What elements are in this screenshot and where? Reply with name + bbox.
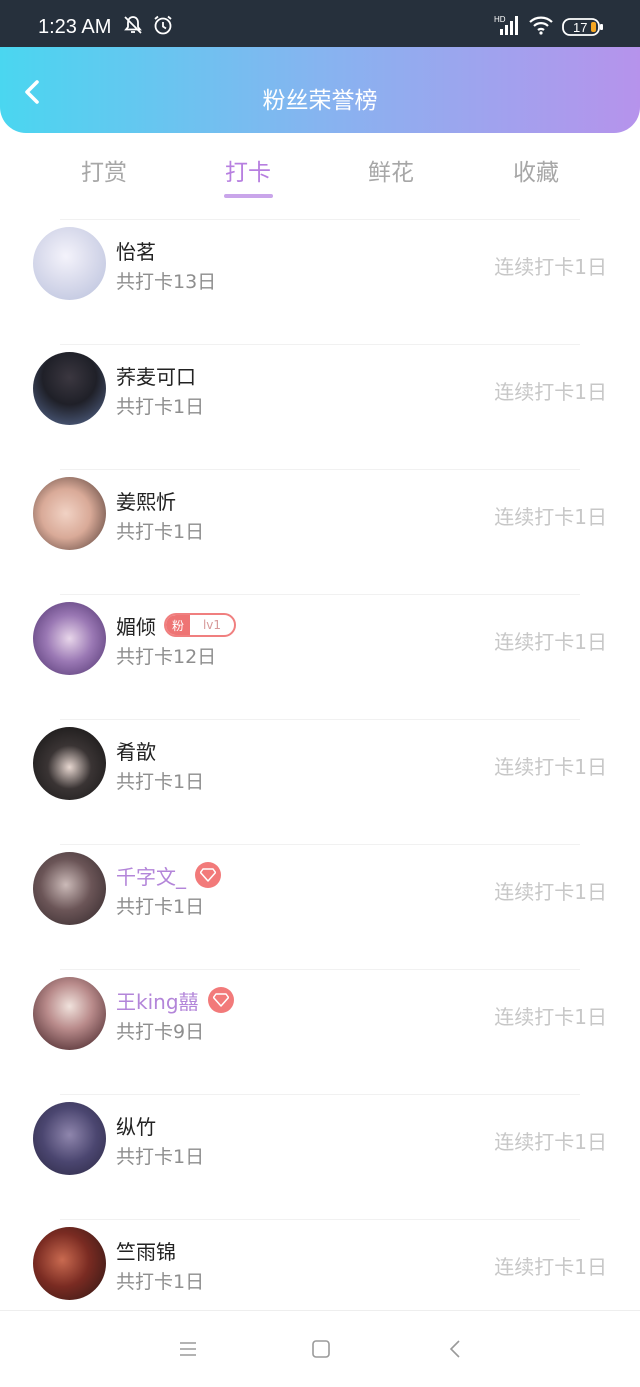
total-checkins: 共打卡1日 <box>116 396 205 418</box>
tab-reward[interactable]: 打赏 <box>59 153 149 187</box>
fan-badge-label: 粉 <box>166 615 191 635</box>
total-checkins: 共打卡13日 <box>116 271 217 293</box>
user-name[interactable]: 千字文_ <box>116 861 186 890</box>
user-name[interactable]: 王king囍 <box>116 986 199 1015</box>
total-checkins: 共打卡9日 <box>116 1021 205 1043</box>
divider <box>60 1219 580 1220</box>
divider <box>60 969 580 970</box>
list-item[interactable]: 纵竹 共打卡1日 连续打卡1日 <box>0 1094 640 1219</box>
streak-checkins: 连续打卡1日 <box>494 255 607 279</box>
tab-checkin[interactable]: 打卡 <box>203 153 293 187</box>
avatar[interactable] <box>33 477 106 550</box>
list-item[interactable]: 姜熙忻 共打卡1日 连续打卡1日 <box>0 469 640 594</box>
diamond-icon <box>195 862 221 888</box>
divider <box>60 719 580 720</box>
bell-off-icon <box>124 16 142 34</box>
avatar[interactable] <box>33 352 106 425</box>
streak-checkins: 连续打卡1日 <box>494 755 607 779</box>
divider <box>60 594 580 595</box>
streak-checkins: 连续打卡1日 <box>494 880 607 904</box>
divider <box>60 1094 580 1095</box>
list-item[interactable]: 荞麦可口 共打卡1日 连续打卡1日 <box>0 344 640 469</box>
avatar[interactable] <box>33 977 106 1050</box>
fan-badge-level: lv1 <box>202 618 222 632</box>
app-header: 粉丝荣誉榜 <box>0 47 640 133</box>
avatar[interactable] <box>33 1102 106 1175</box>
tab-favorites[interactable]: 收藏 <box>491 153 581 187</box>
avatar[interactable] <box>33 227 106 300</box>
page-title: 粉丝荣誉榜 <box>262 88 378 114</box>
streak-checkins: 连续打卡1日 <box>494 1130 607 1154</box>
list-item[interactable]: 千字文_ 共打卡1日 连续打卡1日 <box>0 844 640 969</box>
user-name[interactable]: 肴歆 <box>116 736 156 765</box>
user-name[interactable]: 怡茗 <box>116 236 156 265</box>
list-item[interactable]: 王king囍 共打卡9日 连续打卡1日 <box>0 969 640 1094</box>
user-name[interactable]: 荞麦可口 <box>116 361 196 390</box>
list-item[interactable]: 媚倾 粉 lv1 共打卡12日 连续打卡1日 <box>0 594 640 719</box>
list-item[interactable]: 怡茗 共打卡13日 连续打卡1日 <box>0 219 640 344</box>
divider <box>60 219 580 220</box>
battery-level: 17 <box>573 20 588 35</box>
tab-bar: 打赏 打卡 鲜花 收藏 <box>0 133 640 219</box>
user-name[interactable]: 纵竹 <box>116 1111 156 1140</box>
streak-checkins: 连续打卡1日 <box>494 380 607 404</box>
user-name[interactable]: 竺雨锦 <box>116 1236 176 1265</box>
total-checkins: 共打卡1日 <box>116 1271 205 1293</box>
divider <box>60 469 580 470</box>
signal-icon: HD <box>494 15 518 35</box>
user-name[interactable]: 媚倾 <box>116 611 156 640</box>
home-square-icon[interactable] <box>311 1337 331 1361</box>
streak-checkins: 连续打卡1日 <box>494 1005 607 1029</box>
total-checkins: 共打卡1日 <box>116 521 205 543</box>
total-checkins: 共打卡1日 <box>116 771 205 793</box>
active-tab-indicator <box>224 194 273 198</box>
avatar[interactable] <box>33 852 106 925</box>
status-bar: 1:23 AM HD 17 <box>0 0 640 48</box>
system-nav-bar <box>0 1310 640 1387</box>
user-name[interactable]: 姜熙忻 <box>116 486 176 515</box>
diamond-icon <box>207 987 234 1013</box>
streak-checkins: 连续打卡1日 <box>494 1255 607 1279</box>
divider <box>60 344 580 345</box>
avatar[interactable] <box>33 727 106 800</box>
fan-level-badge: 粉 lv1 <box>164 613 236 637</box>
streak-checkins: 连续打卡1日 <box>494 630 607 654</box>
list-item[interactable]: 肴歆 共打卡1日 连续打卡1日 <box>0 719 640 844</box>
total-checkins: 共打卡1日 <box>116 1146 205 1168</box>
wifi-icon <box>529 16 553 35</box>
divider <box>60 844 580 845</box>
back-triangle-icon[interactable] <box>446 1337 466 1361</box>
streak-checkins: 连续打卡1日 <box>494 505 607 529</box>
avatar[interactable] <box>33 602 106 675</box>
status-time: 1:23 AM <box>38 16 112 38</box>
avatar[interactable] <box>33 1227 106 1300</box>
total-checkins: 共打卡12日 <box>116 646 217 668</box>
fan-list: 怡茗 共打卡13日 连续打卡1日 荞麦可口 共打卡1日 连续打卡1日 姜熙忻 共… <box>0 219 640 1344</box>
menu-icon[interactable] <box>178 1337 198 1361</box>
total-checkins: 共打卡1日 <box>116 896 205 918</box>
alarm-icon <box>154 15 172 35</box>
tab-flowers[interactable]: 鲜花 <box>346 153 436 187</box>
svg-text:HD: HD <box>494 15 506 24</box>
